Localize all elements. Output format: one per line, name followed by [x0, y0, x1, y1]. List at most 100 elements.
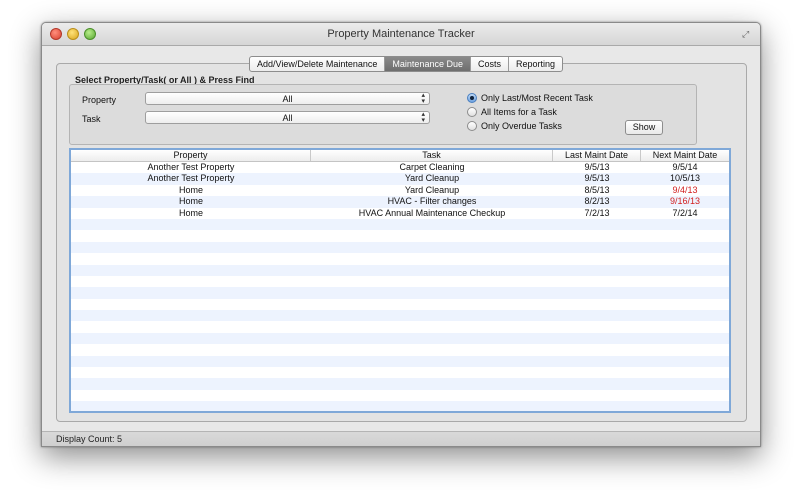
empty-table-row[interactable]	[71, 332, 729, 345]
table-cell-last	[553, 401, 641, 411]
table-cell-last	[553, 356, 641, 367]
table-cell-task	[311, 287, 553, 298]
empty-table-row[interactable]	[71, 344, 729, 355]
empty-table-row[interactable]	[71, 230, 729, 241]
table-cell-task	[311, 299, 553, 310]
empty-table-row[interactable]	[71, 253, 729, 264]
table-cell-property	[71, 265, 311, 276]
table-row[interactable]: Home HVAC Annual Maintenance Checkup 7/2/1…	[71, 208, 729, 219]
radio-all-items-label: All Items for a Task	[481, 107, 557, 117]
radio-overdue[interactable]: Only Overdue Tasks	[467, 121, 562, 131]
table-cell-task	[311, 253, 553, 264]
table-cell-property	[71, 401, 311, 411]
table-cell-last	[553, 265, 641, 276]
table-cell-last	[553, 321, 641, 332]
table-cell-property	[71, 344, 311, 355]
fullscreen-icon[interactable]: ⤢	[742, 29, 752, 39]
maintenance-table[interactable]: Property Task Last Maint Date Next Maint…	[69, 148, 731, 413]
column-header-property[interactable]: Property	[71, 150, 311, 161]
table-cell-last	[553, 344, 641, 355]
table-cell-task	[311, 356, 553, 367]
table-cell-next	[641, 356, 729, 367]
table-cell-task	[311, 367, 553, 378]
property-label: Property	[82, 95, 117, 105]
radio-button-selected[interactable]	[467, 93, 477, 103]
table-row[interactable]: Another Test Property Carpet Cleaning 9/5/…	[71, 162, 729, 173]
table-cell-property: Another Test Property	[147, 173, 235, 184]
empty-table-row[interactable]	[71, 310, 729, 322]
property-select-value: All	[282, 94, 293, 104]
table-cell-next: 9/4/13	[672, 184, 698, 195]
table-cell-next: 7/2/14	[672, 207, 698, 218]
table-cell-last	[553, 310, 641, 321]
table-cell-last	[553, 253, 641, 264]
empty-table-row[interactable]	[71, 241, 729, 254]
table-cell-last	[553, 219, 641, 230]
empty-table-row[interactable]	[71, 355, 729, 368]
property-select[interactable]: All ▴ ▾	[145, 92, 430, 105]
table-cell-next: 10/5/13	[669, 173, 701, 184]
table-cell-task	[311, 242, 553, 253]
table-row[interactable]: Home Yard Cleanup 8/5/13 9/4/13	[71, 185, 729, 196]
table-cell-property	[71, 299, 311, 310]
table-cell-property	[71, 276, 311, 287]
radio-all-items[interactable]: All Items for a Task	[467, 107, 557, 117]
table-row[interactable]: Another Test Property Yard Cleanup 9/5/13 1…	[71, 173, 729, 185]
table-cell-next	[641, 253, 729, 264]
table-cell-task	[311, 344, 553, 355]
table-header: Property Task Last Maint Date Next Maint…	[71, 150, 729, 162]
table-cell-property	[71, 253, 311, 264]
task-select-value: All	[282, 113, 293, 123]
column-header-last-date[interactable]: Last Maint Date	[553, 150, 641, 161]
title-bar[interactable]: Property Maintenance Tracker ⤢	[42, 23, 760, 46]
show-button[interactable]: Show	[625, 120, 663, 135]
table-cell-next	[641, 333, 729, 344]
tab-add-view-delete[interactable]: Add/View/Delete Maintenance	[250, 57, 386, 71]
tab-costs[interactable]: Costs	[471, 57, 509, 71]
empty-table-row[interactable]	[71, 276, 729, 287]
tab-reporting[interactable]: Reporting	[509, 57, 562, 71]
empty-table-row[interactable]	[71, 264, 729, 276]
empty-table-row[interactable]	[71, 321, 729, 332]
empty-table-row[interactable]	[71, 378, 729, 390]
table-cell-task	[311, 378, 553, 389]
table-cell-last	[553, 378, 641, 389]
empty-table-row[interactable]	[71, 287, 729, 299]
empty-table-row[interactable]	[71, 367, 729, 378]
table-cell-task	[311, 265, 553, 276]
table-cell-last	[553, 230, 641, 241]
table-row[interactable]: Home HVAC - Filter changes 8/2/13 9/16/13	[71, 196, 729, 208]
table-cell-next	[641, 310, 729, 321]
table-cell-task	[311, 390, 553, 401]
table-cell-last	[553, 367, 641, 378]
task-select[interactable]: All ▴ ▾	[145, 111, 430, 124]
empty-table-row[interactable]	[71, 218, 729, 231]
table-cell-task: Yard Cleanup	[404, 184, 460, 195]
column-header-next-date[interactable]: Next Maint Date	[641, 150, 729, 161]
table-cell-property	[71, 333, 311, 344]
radio-overdue-label: Only Overdue Tasks	[481, 121, 562, 131]
column-header-task[interactable]: Task	[311, 150, 553, 161]
table-cell-next	[641, 287, 729, 298]
empty-table-row[interactable]	[71, 401, 729, 411]
table-cell-next	[641, 344, 729, 355]
table-cell-next	[641, 276, 729, 287]
radio-button[interactable]	[467, 107, 477, 117]
table-cell-property: Home	[178, 184, 203, 195]
status-bar: Display Count: 5	[42, 431, 760, 446]
table-cell-last	[553, 299, 641, 310]
table-cell-last	[553, 287, 641, 298]
table-cell-property: Another Test Property	[147, 162, 235, 172]
empty-table-row[interactable]	[71, 390, 729, 401]
table-cell-next	[641, 299, 729, 310]
empty-table-row[interactable]	[71, 299, 729, 310]
table-cell-next	[641, 265, 729, 276]
radio-button[interactable]	[467, 121, 477, 131]
table-cell-next	[641, 242, 729, 253]
radio-last-task[interactable]: Only Last/Most Recent Task	[467, 93, 593, 103]
table-cell-next	[641, 367, 729, 378]
table-cell-last	[553, 390, 641, 401]
table-cell-task: HVAC - Filter changes	[387, 196, 477, 207]
select-arrows-icon: ▴ ▾	[421, 92, 425, 105]
tab-maintenance-due[interactable]: Maintenance Due	[385, 57, 471, 71]
